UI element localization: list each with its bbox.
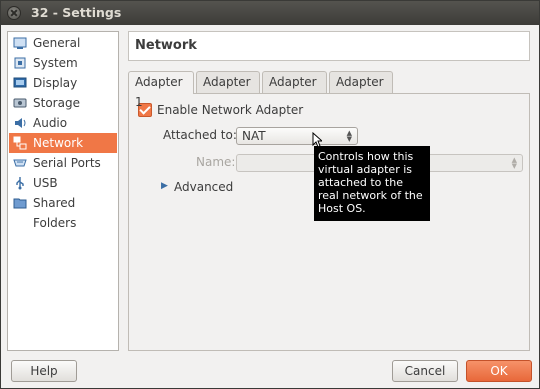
audio-icon: [15, 118, 26, 128]
advanced-expander[interactable]: Advanced: [174, 180, 233, 194]
tab-adapter-1[interactable]: Adapter 1: [128, 71, 194, 109]
updown-icon: ▲ ▼: [511, 156, 517, 170]
sidebar-item-network[interactable]: Network: [9, 133, 117, 153]
tooltip: Controls how this virtual adapter is att…: [314, 146, 430, 221]
name-label: Name:: [196, 155, 236, 169]
mouse-cursor-icon: [312, 132, 322, 148]
enable-adapter-label: Enable Network Adapter: [157, 103, 304, 117]
network-icon: [13, 136, 27, 150]
system-icon: [14, 57, 26, 69]
ok-button[interactable]: OK: [466, 360, 532, 382]
page-title: Network: [135, 38, 197, 53]
sidebar-item-usb[interactable]: USB: [9, 173, 117, 193]
sidebar-item-shared-folders[interactable]: Shared Folders: [9, 193, 117, 230]
updown-icon: ▲ ▼: [346, 129, 352, 143]
settings-window: 32 - Settings General System Display Sto…: [0, 0, 540, 389]
sidebar-item-audio[interactable]: Audio: [9, 113, 117, 133]
sidebar-item-display[interactable]: Display: [9, 73, 117, 93]
title-bar: 32 - Settings: [1, 1, 539, 25]
sidebar-item-general[interactable]: General: [9, 33, 117, 53]
expand-triangle-icon[interactable]: ▶: [161, 181, 168, 191]
display-icon: [13, 77, 27, 88]
attached-to-select[interactable]: NAT ▲ ▼: [236, 127, 358, 145]
tab-adapter-3[interactable]: Adapter 3: [262, 71, 327, 109]
page-header: Network: [128, 31, 530, 61]
close-window-button[interactable]: [7, 6, 21, 20]
sidebar-item-system[interactable]: System: [9, 53, 117, 73]
cancel-button[interactable]: Cancel: [392, 360, 458, 382]
tab-adapter-2[interactable]: Adapter 2: [196, 71, 260, 109]
help-button[interactable]: Help: [11, 360, 77, 382]
sidebar-item-storage[interactable]: Storage: [9, 93, 117, 113]
tab-adapter-4[interactable]: Adapter 4: [329, 71, 393, 109]
window-title: 32 - Settings: [31, 5, 122, 20]
usb-icon: [16, 177, 24, 190]
general-icon: [13, 37, 27, 49]
shared-folders-icon: [13, 198, 27, 209]
serial-ports-icon: [13, 159, 27, 167]
sidebar-item-serial-ports[interactable]: Serial Ports: [9, 153, 117, 173]
storage-icon: [13, 98, 27, 108]
settings-sidebar: General System Display Storage Audio Net…: [7, 31, 119, 351]
attached-to-label: Attached to:: [163, 128, 237, 142]
